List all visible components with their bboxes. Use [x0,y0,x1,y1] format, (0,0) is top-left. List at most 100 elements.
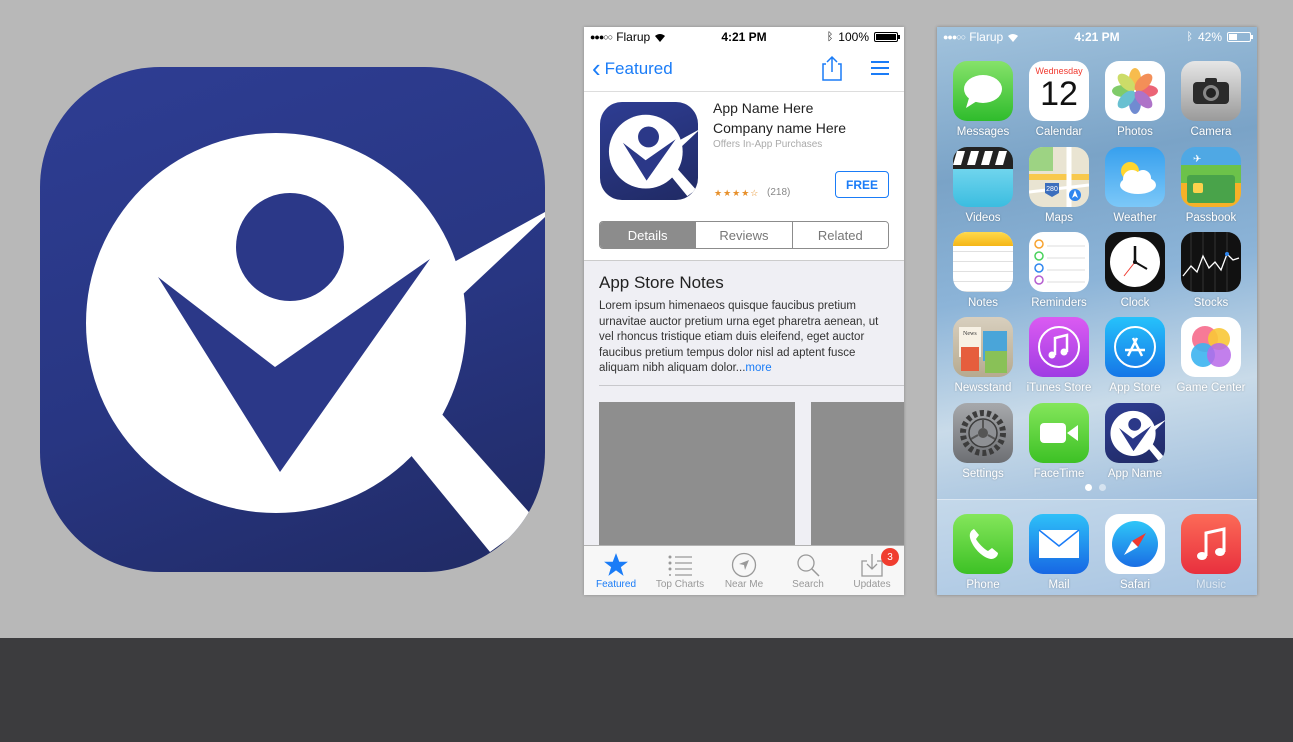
bluetooth-icon: ᛒ [826,31,834,43]
app-music[interactable]: Music [1173,514,1249,591]
more-link[interactable]: more [745,362,771,374]
bluetooth-icon: ᛒ [1186,31,1193,43]
signal-icon: ●●●○○ [590,32,613,42]
app-label: Music [1195,579,1227,591]
rating-count: (218) [767,187,791,198]
app-name: App Name Here [713,100,814,116]
app-label: Photos [1117,126,1153,138]
app-label: Newsstand [954,382,1012,394]
app-calendar[interactable]: Wednesday 12 Calendar [1021,61,1097,138]
app-label: Camera [1190,126,1232,138]
app-phone[interactable]: Phone [945,514,1021,591]
battery-percent: 100% [838,30,869,44]
footer-bar [0,638,1293,742]
tab-label: Search [792,579,824,590]
app-stocks[interactable]: Stocks [1173,232,1249,309]
tab-top-charts[interactable]: Top Charts [648,546,712,595]
app-maps[interactable]: 280 Maps [1021,147,1097,224]
app-passbook[interactable]: ✈ Passbook [1173,147,1249,224]
app-label: Notes [967,297,999,309]
back-button[interactable]: ‹ Featured [592,55,673,81]
share-icon[interactable] [821,55,843,81]
back-label: Featured [604,59,673,78]
battery-icon [1227,32,1253,42]
settings-icon [953,403,1013,463]
notes-text: Lorem ipsum himenaeos quisque faucibus p… [599,300,879,374]
app-app-name[interactable]: App Name [1097,403,1173,480]
tab-label: Featured [595,579,637,590]
notes-icon [953,232,1013,292]
app-newsstand[interactable]: News Newsstand [945,317,1021,394]
tab-related[interactable]: Related [792,222,888,248]
app-label: iTunes Store [1026,382,1092,394]
dock: Phone Mail Safari Music [937,499,1257,595]
app-reminders[interactable]: Reminders [1021,232,1097,309]
app-settings[interactable]: Settings [945,403,1021,480]
app-videos[interactable]: Videos [945,147,1021,224]
app-photos[interactable]: Photos [1097,61,1173,138]
app-game-center[interactable]: Game Center [1173,317,1249,394]
star-rating: ★★★★☆ [714,188,760,198]
tab-updates[interactable]: Updates 3 [840,546,904,595]
safari-icon [1105,514,1165,574]
app-camera[interactable]: Camera [1173,61,1249,138]
app-weather[interactable]: Weather [1097,147,1173,224]
app-facetime[interactable]: FaceTime [1021,403,1097,480]
app-label: Weather [1113,212,1157,224]
app-label: Settings [962,468,1004,480]
tab-reviews[interactable]: Reviews [696,222,793,248]
battery-icon [874,32,900,42]
camera-icon [1181,61,1241,121]
app-app-store[interactable]: App Store [1097,317,1173,394]
notes-title: App Store Notes [599,273,724,292]
tab-search[interactable]: Search [776,546,840,595]
game-center-icon [1181,317,1241,377]
reminders-icon [1029,232,1089,292]
tab-label: Updates [853,579,891,590]
tab-details[interactable]: Details [600,222,697,248]
tab-label: Near Me [724,579,764,590]
facetime-icon [1029,403,1089,463]
page-dot [1099,484,1106,491]
home-screen: ●●●○○ Flarup 4:21 PM ᛒ 42% Messages Wedn… [937,27,1257,595]
in-app-purchases-note: Offers In-App Purchases [713,139,823,150]
itunes-store-icon [1029,317,1089,377]
app-label: Calendar [1035,126,1083,138]
svg-text:✈: ✈ [1193,154,1201,165]
segmented-control: Details Reviews Related [599,221,889,249]
app-header: App Name Here Company name Here Offers I… [584,91,904,211]
menu-icon[interactable] [871,61,889,76]
status-bar: ●●●○○ Flarup 4:21 PM ᛒ 42% [937,27,1257,47]
screenshot-placeholder[interactable] [599,402,795,552]
tab-featured[interactable]: Featured [584,546,648,595]
page-indicator[interactable] [1085,484,1106,491]
search-icon [797,554,820,577]
maps-shield-label: 280 [1046,186,1058,193]
app-messages[interactable]: Messages [945,61,1021,138]
wifi-icon [1008,33,1019,42]
navigation-bar: ‹ Featured [584,47,904,91]
calendar-day: 12 [1040,75,1078,113]
calendar-icon: Wednesday 12 [1029,61,1089,121]
page-dot [1085,484,1092,491]
app-label: Messages [956,126,1010,138]
app-label: Stocks [1193,297,1229,309]
app-label: Clock [1120,297,1150,309]
app-label: Reminders [1031,297,1087,309]
status-bar: ●●●○○ Flarup 4:21 PM ᛒ 100% [584,27,904,47]
app-store-icon [1105,317,1165,377]
app-mail[interactable]: Mail [1021,514,1097,591]
app-label: Mail [1048,579,1070,591]
free-button[interactable]: FREE [835,171,889,198]
app-clock[interactable]: Clock [1097,232,1173,309]
tab-near-me[interactable]: Near Me [712,546,776,595]
app-safari[interactable]: Safari [1097,514,1173,591]
app-icon [600,102,698,200]
app-notes[interactable]: Notes [945,232,1021,309]
newsstand-title: News [963,331,977,337]
star-icon [604,553,628,576]
app-itunes-store[interactable]: iTunes Store [1021,317,1097,394]
app-label: Game Center [1176,382,1246,394]
screenshot-placeholder[interactable] [811,402,904,552]
app-label: Safari [1119,579,1151,591]
